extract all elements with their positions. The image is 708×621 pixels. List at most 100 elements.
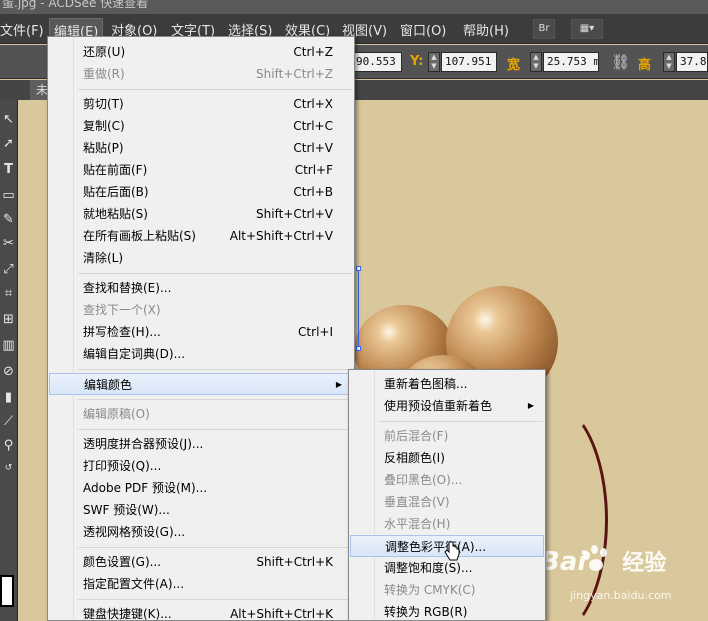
- menu-separator: [78, 429, 352, 430]
- y-stepper[interactable]: ▲ ▼: [428, 52, 440, 72]
- menu-item-transparency-flattener-presets[interactable]: 透明度拼合器预设(J)...: [49, 433, 353, 455]
- baidu-watermark: Bai 经验 jingyan.baidu.com: [540, 545, 672, 602]
- selection-bounding-line: [358, 270, 359, 350]
- menu-item-edit-colors[interactable]: 编辑颜色 ▶: [49, 373, 353, 395]
- w-label: 宽: [507, 58, 521, 73]
- menu-item-blend-horizontally[interactable]: 水平混合(H): [350, 513, 544, 535]
- constrain-proportions-icon[interactable]: ⛓: [611, 53, 630, 71]
- free-transform-tool-icon[interactable]: ⌗: [0, 284, 17, 304]
- menu-item-paste-in-front[interactable]: 贴在前面(F) Ctrl+F: [49, 159, 353, 181]
- hand-cursor-icon: [444, 541, 460, 561]
- menu-item-blend-front-to-back[interactable]: 前后混合(F): [350, 425, 544, 447]
- menu-item-label: 复制(C): [83, 119, 125, 133]
- menu-item-convert-to-rgb[interactable]: 转换为 RGB(R): [350, 601, 544, 621]
- menu-item-cut[interactable]: 剪切(T) Ctrl+X: [49, 93, 353, 115]
- tools-panel: ↖ ➚ T ▭ ✎ ✂ ⤢ ⌗ ⊞ ▥ ⊘ ▮ ⟋ ⚲ ↺: [0, 100, 18, 621]
- menu-item-blend-vertically[interactable]: 垂直混合(V): [350, 491, 544, 513]
- menu-item-label: 前后混合(F): [384, 429, 449, 443]
- w-field[interactable]: 25.753 mi: [543, 52, 599, 72]
- h-label: 高: [638, 58, 652, 73]
- menu-item-label: 还原(U): [83, 45, 126, 59]
- submenu-arrow-icon: ▶: [335, 380, 342, 389]
- menu-item-copy[interactable]: 复制(C) Ctrl+C: [49, 115, 353, 137]
- eyedropper-tool-icon[interactable]: ⊘: [0, 362, 17, 382]
- menu-item-label: 颜色设置(G)...: [83, 555, 162, 569]
- menu-item-label: 叠印黑色(O)...: [384, 473, 463, 487]
- menu-separator: [78, 599, 352, 600]
- menu-item-keyboard-shortcuts[interactable]: 键盘快捷键(K)... Alt+Shift+Ctrl+K: [49, 603, 353, 621]
- direct-selection-tool-icon[interactable]: ➚: [0, 134, 17, 154]
- arrange-documents-icon[interactable]: ▦▾: [571, 19, 603, 39]
- menu-item-label: 指定配置文件(A)...: [83, 577, 185, 591]
- shape-builder-tool-icon[interactable]: ⊞: [0, 310, 17, 330]
- menu-item-find-replace[interactable]: 查找和替换(E)...: [49, 277, 353, 299]
- swap-colors-icon[interactable]: ↺: [0, 458, 17, 478]
- menu-item-shortcut: Shift+Ctrl+V: [256, 207, 333, 221]
- menu-separator: [379, 421, 543, 422]
- scale-tool-icon[interactable]: ⤢: [0, 260, 17, 280]
- menu-item-print-presets[interactable]: 打印预设(Q)...: [49, 455, 353, 477]
- menu-item-undo[interactable]: 还原(U) Ctrl+Z: [49, 41, 353, 63]
- fill-swatch[interactable]: [0, 575, 14, 607]
- menu-item-edit-original[interactable]: 编辑原稿(O): [49, 403, 353, 425]
- edit-menu: 还原(U) Ctrl+Z 重做(R) Shift+Ctrl+Z 剪切(T) Ctrl+…: [47, 36, 355, 621]
- menu-item-shortcut: Shift+Ctrl+Z: [256, 67, 333, 81]
- menu-file[interactable]: 文件(F): [0, 20, 44, 39]
- menu-item-paste-in-back[interactable]: 贴在后面(B) Ctrl+B: [49, 181, 353, 203]
- menu-item-spell-check[interactable]: 拼写检查(H)... Ctrl+I: [49, 321, 353, 343]
- menu-item-overprint-black[interactable]: 叠印黑色(O)...: [350, 469, 544, 491]
- menu-item-shortcut: Ctrl+F: [294, 163, 333, 177]
- pencil-tool-icon[interactable]: ✎: [0, 210, 17, 230]
- menu-item-label: 调整色彩平衡(A)...: [385, 540, 487, 554]
- selection-handle[interactable]: [356, 266, 361, 271]
- submenu-arrow-icon: ▶: [527, 401, 534, 410]
- menu-item-label: 转换为 CMYK(C): [384, 583, 476, 597]
- menu-separator: [78, 273, 352, 274]
- bridge-button[interactable]: Br: [533, 19, 555, 39]
- menu-window[interactable]: 窗口(O): [400, 20, 446, 39]
- rectangle-tool-icon[interactable]: ▭: [0, 186, 17, 206]
- menu-item-edit-custom-dictionary[interactable]: 编辑自定词典(D)...: [49, 343, 353, 365]
- menu-item-clear[interactable]: 清除(L): [49, 247, 353, 269]
- h-stepper[interactable]: ▲ ▼: [663, 52, 675, 72]
- x-field[interactable]: 90.553 mi: [352, 52, 402, 72]
- menu-item-invert-colors[interactable]: 反相颜色(I): [350, 447, 544, 469]
- selection-tool-icon[interactable]: ↖: [0, 110, 17, 130]
- w-stepper[interactable]: ▲ ▼: [530, 52, 542, 72]
- menu-item-label: 打印预设(Q)...: [83, 459, 162, 473]
- menu-item-find-next[interactable]: 查找下一个(X): [49, 299, 353, 321]
- y-field[interactable]: 107.951: [441, 52, 497, 72]
- menu-item-paste-in-place[interactable]: 就地粘贴(S) Shift+Ctrl+V: [49, 203, 353, 225]
- menu-item-swf-presets[interactable]: SWF 预设(W)...: [49, 499, 353, 521]
- menu-item-pdf-presets[interactable]: Adobe PDF 预设(M)...: [49, 477, 353, 499]
- menu-item-color-settings[interactable]: 颜色设置(G)... Shift+Ctrl+K: [49, 551, 353, 573]
- selection-handle[interactable]: [356, 346, 361, 351]
- menu-item-label: 拼写检查(H)...: [83, 325, 161, 339]
- menu-item-label: 水平混合(H): [384, 517, 451, 531]
- scissors-tool-icon[interactable]: ✂: [0, 234, 17, 254]
- menu-separator: [78, 547, 352, 548]
- menu-item-label: SWF 预设(W)...: [83, 503, 170, 517]
- menu-item-convert-to-cmyk[interactable]: 转换为 CMYK(C): [350, 579, 544, 601]
- menu-item-shortcut: Ctrl+B: [293, 185, 333, 199]
- graph-tool-icon[interactable]: ▮: [0, 388, 17, 408]
- h-field[interactable]: 37.86: [676, 52, 708, 72]
- zoom-tool-icon[interactable]: ⚲: [0, 436, 17, 456]
- menu-item-label: 重做(R): [83, 67, 125, 81]
- menu-item-recolor-with-preset[interactable]: 使用预设值重新着色 ▶: [350, 395, 544, 417]
- menu-item-paste[interactable]: 粘贴(P) Ctrl+V: [49, 137, 353, 159]
- menu-item-label: 粘贴(P): [83, 141, 124, 155]
- gradient-tool-icon[interactable]: ▥: [0, 336, 17, 356]
- slice-tool-icon[interactable]: ⟋: [0, 412, 17, 432]
- menu-item-label: 贴在前面(F): [83, 163, 148, 177]
- type-tool-icon[interactable]: T: [0, 160, 17, 180]
- menu-item-paste-on-all-artboards[interactable]: 在所有画板上粘贴(S) Alt+Shift+Ctrl+V: [49, 225, 353, 247]
- menu-help[interactable]: 帮助(H): [463, 20, 509, 39]
- menu-item-label: 使用预设值重新着色: [384, 399, 493, 413]
- window-title-bar: 蛋.jpg - ACDSee 快速查看: [0, 0, 708, 14]
- menu-item-label: 垂直混合(V): [384, 495, 450, 509]
- menu-item-perspective-grid-presets[interactable]: 透视网格预设(G)...: [49, 521, 353, 543]
- menu-item-assign-profile[interactable]: 指定配置文件(A)...: [49, 573, 353, 595]
- menu-item-redo[interactable]: 重做(R) Shift+Ctrl+Z: [49, 63, 353, 85]
- menu-item-recolor-artwork[interactable]: 重新着色图稿...: [350, 373, 544, 395]
